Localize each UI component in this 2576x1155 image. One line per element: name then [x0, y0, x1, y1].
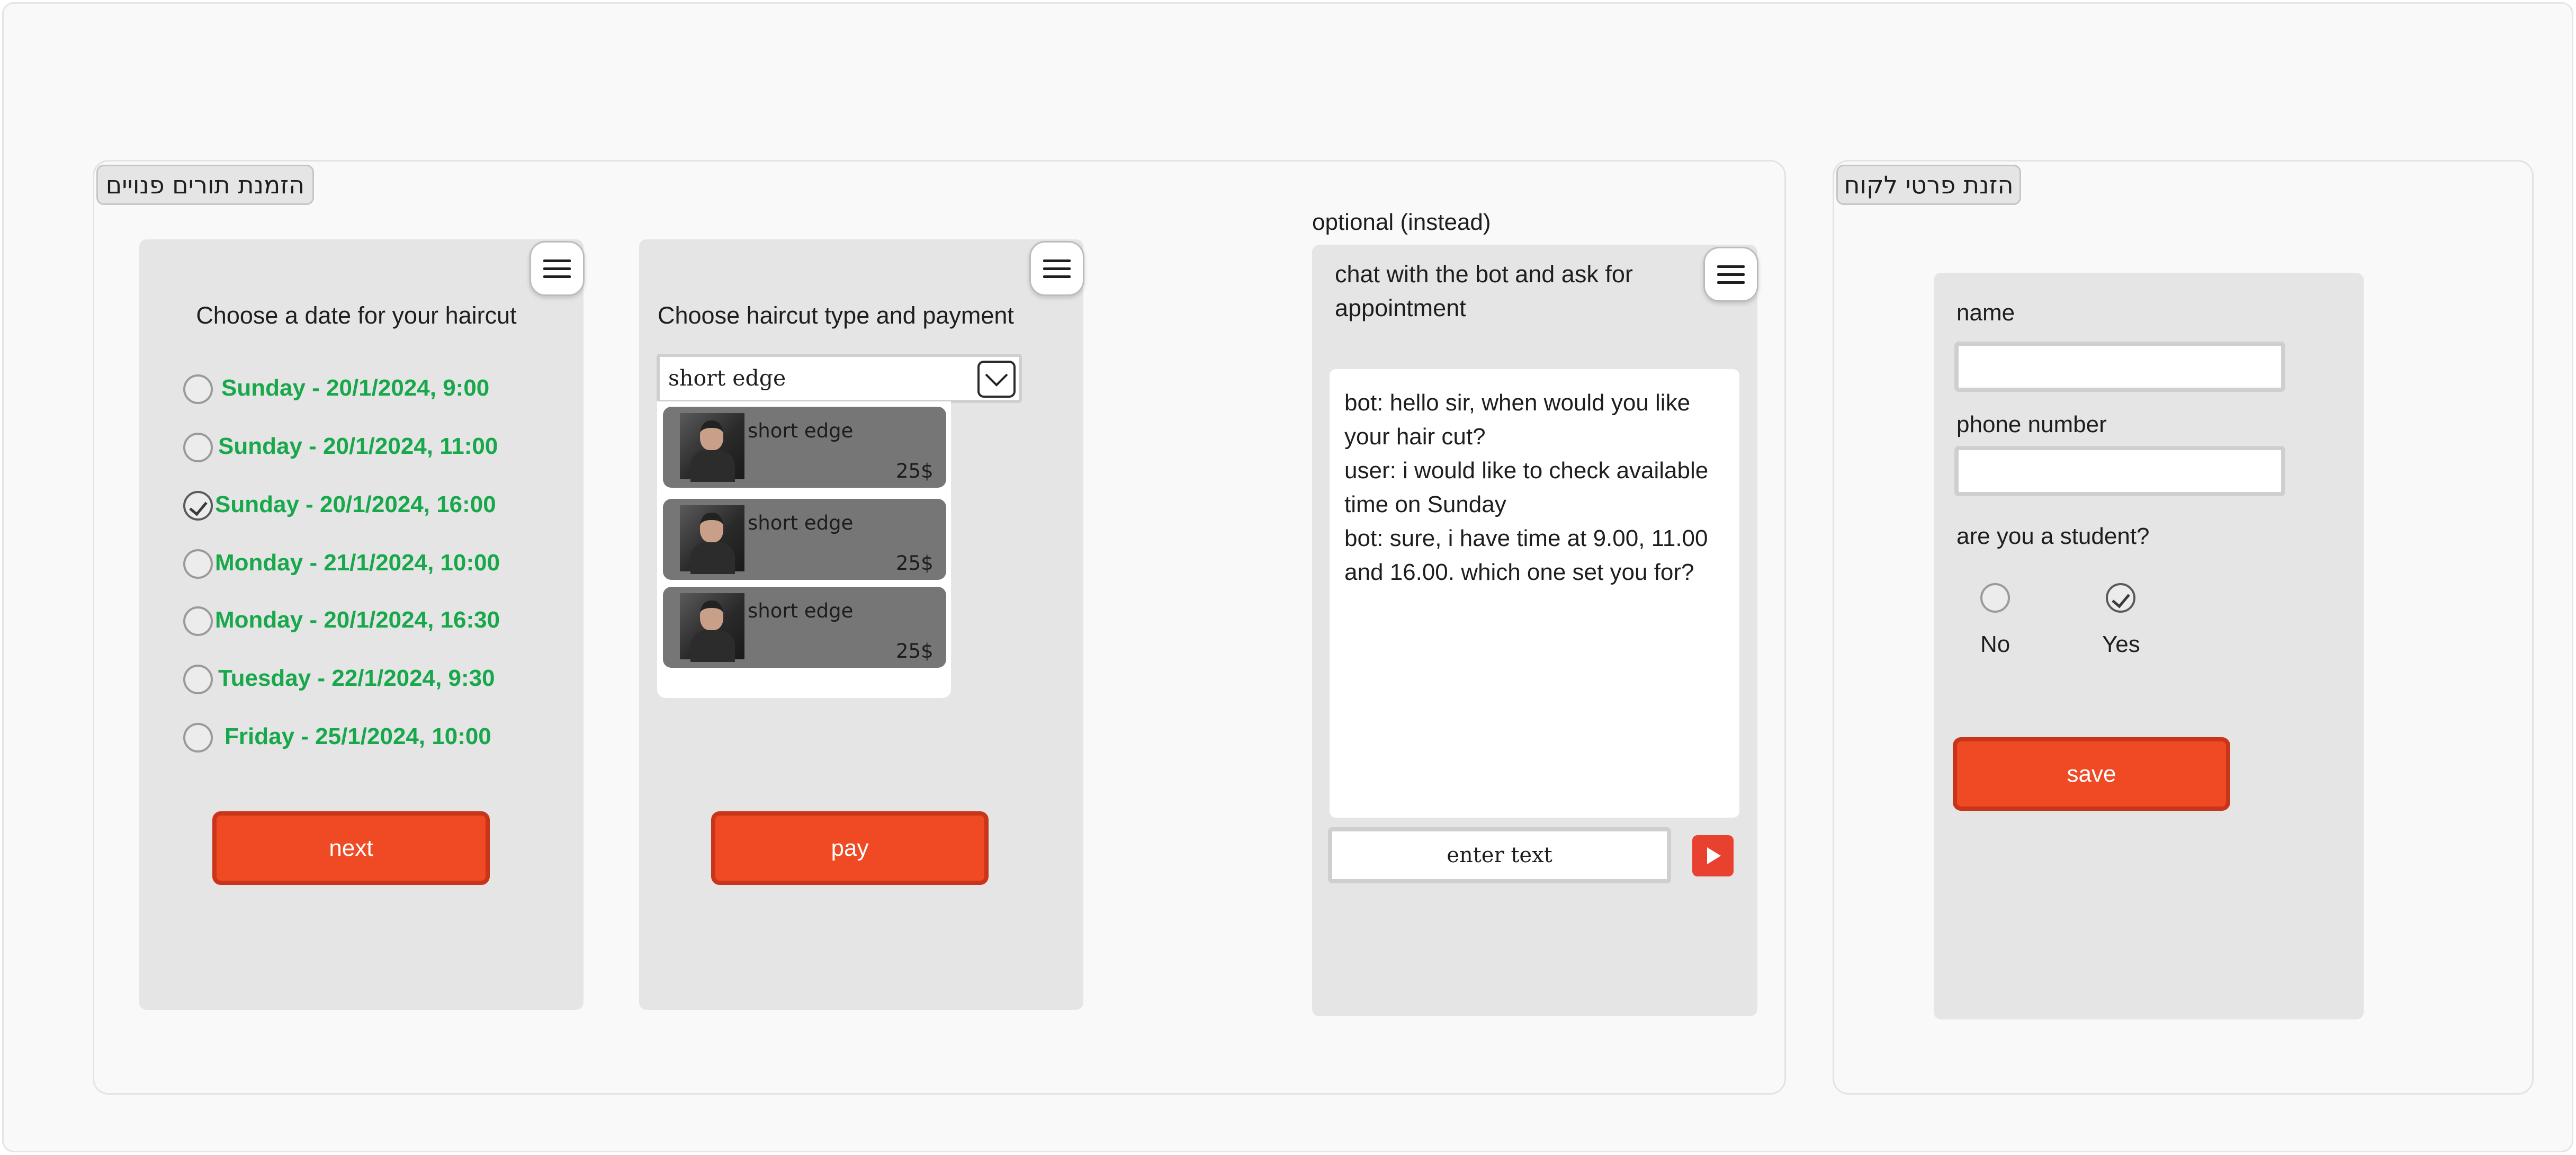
chat-text-input[interactable]: enter text [1328, 827, 1671, 883]
haircut-option-name: short edge [748, 599, 854, 622]
customer-section-label: הזנת פרטי לקוח [1836, 165, 2021, 205]
chat-message: user: i would like to check available ti… [1344, 458, 1709, 517]
phone-input[interactable] [1954, 446, 2285, 496]
chat-panel-menu-button[interactable] [1703, 247, 1758, 302]
hamburger-menu-icon [543, 259, 571, 262]
hamburger-menu-icon [1043, 259, 1071, 262]
haircut-option-name: short edge [748, 512, 854, 534]
date-option-label[interactable]: Friday - 25/1/2024, 10:00 [225, 723, 491, 750]
pay-button[interactable]: pay [711, 811, 989, 885]
date-option-label[interactable]: Monday - 21/1/2024, 10:00 [215, 550, 500, 576]
date-option-label[interactable]: Sunday - 20/1/2024, 16:00 [215, 491, 496, 518]
date-panel-title: Choose a date for your haircut [196, 302, 517, 329]
student-question: are you a student? [1956, 523, 2150, 549]
hamburger-menu-icon [1717, 265, 1745, 268]
student-yes-label: Yes [2102, 631, 2140, 657]
chat-message: bot: hello sir, when would you like your… [1344, 390, 1691, 450]
haircut-panel-menu-button[interactable] [1029, 241, 1084, 296]
chat-panel-title: chat with the bot and ask for appointmen… [1335, 261, 1633, 321]
send-button[interactable] [1692, 835, 1734, 876]
save-button[interactable]: save [1953, 737, 2230, 811]
haircut-thumbnail [680, 505, 744, 574]
haircut-option-price: 25$ [896, 640, 934, 662]
date-radio-4[interactable] [183, 549, 213, 579]
booking-section-label: הזמנת תורים פנויים [96, 165, 314, 205]
haircut-option-price: 25$ [896, 552, 934, 575]
date-panel-menu-button[interactable] [529, 241, 585, 296]
haircut-thumbnail [680, 413, 744, 482]
date-option-label[interactable]: Tuesday - 22/1/2024, 9:30 [218, 665, 495, 692]
date-radio-5[interactable] [183, 606, 213, 636]
next-button[interactable]: next [212, 811, 490, 885]
name-input[interactable] [1954, 342, 2285, 392]
haircut-panel-title: Choose haircut type and payment [658, 302, 1014, 329]
date-option-label[interactable]: Monday - 20/1/2024, 16:30 [215, 607, 500, 633]
date-radio-2[interactable] [183, 433, 213, 462]
student-yes-radio-checked[interactable] [2106, 583, 2135, 613]
chat-message: bot: sure, i have time at 9.00, 11.00 an… [1344, 525, 1708, 585]
student-no-label: No [1980, 631, 2010, 657]
chat-caption: optional (instead) [1312, 209, 1491, 235]
name-label: name [1956, 300, 2015, 326]
chevron-down-icon[interactable] [977, 361, 1016, 398]
date-radio-1[interactable] [183, 374, 213, 404]
date-radio-3-checked[interactable] [183, 491, 213, 521]
student-no-radio[interactable] [1980, 583, 2010, 613]
haircut-select-value: short edge [668, 365, 786, 391]
date-radio-6[interactable] [183, 665, 213, 694]
date-option-label[interactable]: Sunday - 20/1/2024, 11:00 [218, 433, 498, 460]
date-radio-7[interactable] [183, 723, 213, 753]
haircut-thumbnail [680, 593, 744, 662]
haircut-option-name: short edge [748, 419, 854, 442]
phone-label: phone number [1956, 411, 2107, 437]
play-send-icon [1707, 847, 1721, 864]
date-option-label[interactable]: Sunday - 20/1/2024, 9:00 [221, 375, 489, 401]
haircut-option-price: 25$ [896, 460, 934, 482]
chat-message-area: bot: hello sir, when would you like your… [1330, 369, 1739, 818]
